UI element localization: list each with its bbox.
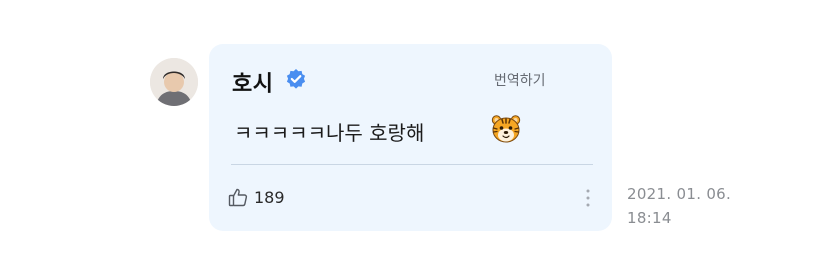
- timestamp: 2021. 01. 06. 18:14: [627, 182, 731, 230]
- translate-button[interactable]: 번역하기: [494, 70, 546, 90]
- timestamp-time: 18:14: [627, 209, 672, 227]
- timestamp-date: 2021. 01. 06.: [627, 185, 732, 203]
- comment-text: ㅋㅋㅋㅋㅋ나두 호랑해: [234, 121, 425, 145]
- comment-card: 호시 번역하기 ㅋㅋㅋㅋㅋ나두 호랑해 189: [209, 44, 612, 231]
- avatar-photo: [150, 58, 198, 106]
- like-button[interactable]: 189: [227, 184, 285, 210]
- comment-thread: 호시 번역하기 ㅋㅋㅋㅋㅋ나두 호랑해 189 2021. 01. 06. 18…: [0, 0, 827, 275]
- more-vertical-icon[interactable]: [582, 186, 594, 210]
- thumbs-up-icon: [228, 188, 248, 207]
- verified-check-icon: [286, 69, 306, 89]
- divider: [231, 164, 593, 165]
- like-count: 189: [254, 187, 285, 207]
- tiger-face-emoji: [491, 115, 521, 143]
- avatar[interactable]: [150, 58, 198, 106]
- author-name[interactable]: 호시: [232, 66, 273, 98]
